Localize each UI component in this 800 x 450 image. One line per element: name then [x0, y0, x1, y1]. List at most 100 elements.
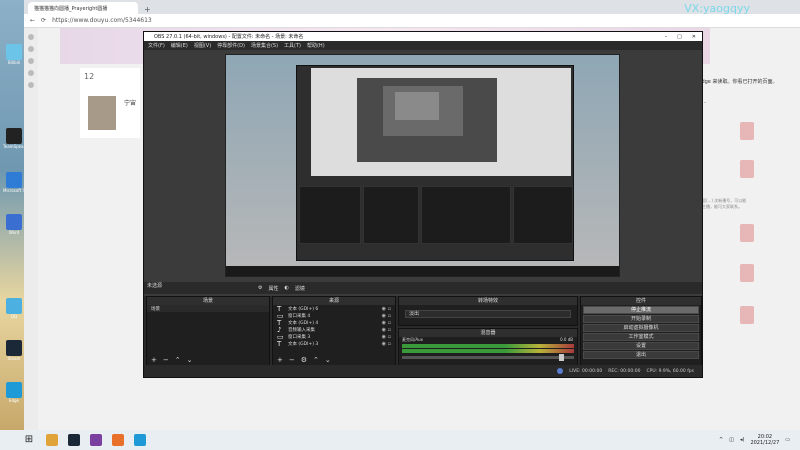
source-item[interactable]: ▭ 窗口采集 3 ◉ ▫: [273, 333, 395, 341]
source-item[interactable]: ▭ 窗口采集 4 ◉ ▫: [273, 312, 395, 320]
source-item[interactable]: T 文本 (GDI+) 4 ◉ ▫: [273, 319, 395, 327]
desktop-icon-qq[interactable]: QQ: [3, 298, 25, 328]
gift-icon[interactable]: [740, 160, 754, 178]
transitions-panel: 转场特效 淡出: [398, 296, 578, 326]
obs-source-toolbar: ⚙ 属性 ◐ 滤镜: [144, 282, 702, 294]
sources-footer: + − ⚙ ⌃ ⌄: [273, 355, 395, 365]
desktop-icon-word[interactable]: Word: [3, 214, 25, 244]
visibility-icon[interactable]: ◉ ▫: [382, 313, 395, 319]
refresh-button[interactable]: ⟳: [41, 17, 46, 24]
remove-icon[interactable]: −: [289, 356, 295, 364]
visibility-icon[interactable]: ◉ ▫: [382, 334, 395, 340]
obs-preview[interactable]: [144, 50, 702, 296]
exit-button[interactable]: 退出: [583, 351, 699, 359]
mixer-panel: 混音器 麦克风/Aux 0.0 dB: [398, 328, 578, 366]
edge-notice: oft Edge 来读取。你看已打开的页面。: [690, 79, 778, 85]
sidebar-dot[interactable]: [28, 82, 34, 88]
sidebar-dot[interactable]: [28, 34, 34, 40]
text-source-icon: T: [277, 339, 282, 348]
scene-item[interactable]: 场景: [147, 305, 269, 312]
windows-start-icon[interactable]: ⊞: [22, 433, 36, 447]
filter-icon[interactable]: ◐: [285, 285, 289, 291]
menu-help[interactable]: 帮助(H): [307, 42, 325, 49]
scenes-panel: 场景 场景 + − ⌃ ⌄: [146, 296, 270, 366]
menu-file[interactable]: 文件(F): [148, 42, 165, 49]
system-tray: ^ ◫ ◂) 20:02 2021/12/27 ▭: [719, 434, 800, 446]
stop-streaming-button[interactable]: 停止推流: [583, 306, 699, 314]
visibility-icon[interactable]: ◉ ▫: [382, 341, 395, 347]
firefox-icon[interactable]: [112, 434, 124, 446]
close-icon[interactable]: ✕: [692, 34, 696, 40]
studio-mode-button[interactable]: 工作室模式: [583, 333, 699, 341]
transition-select[interactable]: 淡出: [405, 310, 571, 318]
gift-icon[interactable]: [740, 306, 754, 324]
desktop-icon-bilibili[interactable]: Bilibili: [3, 44, 25, 74]
url-field[interactable]: https://www.douyu.com/5344613: [52, 17, 152, 24]
edge-icon[interactable]: [134, 434, 146, 446]
source-item[interactable]: ♪ 音频输入采集 ◉ ▫: [273, 326, 395, 334]
clock[interactable]: 20:02 2021/12/27: [750, 434, 779, 446]
gift-icon[interactable]: [740, 264, 754, 282]
menu-tools[interactable]: 工具(T): [284, 42, 301, 49]
streamer-avatar[interactable]: [88, 96, 116, 130]
menu-docks[interactable]: 停靠部件(D): [217, 42, 245, 49]
add-icon[interactable]: +: [151, 356, 157, 364]
streamer-name: 宁宙: [124, 100, 137, 107]
sidebar-dot[interactable]: [28, 70, 34, 76]
visibility-icon[interactable]: ◉ ▫: [382, 327, 395, 333]
move-up-icon[interactable]: ⌃: [175, 356, 181, 364]
move-down-icon[interactable]: ⌄: [187, 356, 193, 364]
sidebar-dot[interactable]: [28, 46, 34, 52]
gift-icon[interactable]: [740, 122, 754, 140]
properties-button[interactable]: 属性: [268, 285, 278, 292]
app-icon[interactable]: [90, 434, 102, 446]
desktop-icon-steam[interactable]: Steam: [3, 340, 25, 370]
controls-header: 控件: [581, 297, 701, 305]
minimize-icon[interactable]: –: [665, 34, 668, 40]
tray-chevron-icon[interactable]: ^: [719, 437, 723, 443]
back-button[interactable]: ←: [30, 17, 35, 24]
gear-icon[interactable]: ⚙: [301, 356, 307, 364]
maximize-icon[interactable]: □: [677, 34, 682, 40]
sources-header: 来源: [273, 297, 395, 305]
visibility-icon[interactable]: ◉ ▫: [382, 306, 395, 312]
filters-button[interactable]: 滤镜: [295, 285, 305, 292]
new-tab-button[interactable]: +: [138, 5, 157, 14]
source-item[interactable]: T 文本 (GDI+) 6 ◉ ▫: [273, 305, 395, 313]
file-explorer-icon[interactable]: [46, 434, 58, 446]
remove-icon[interactable]: −: [163, 356, 169, 364]
bilibili-icon: [6, 44, 22, 60]
steam-icon[interactable]: [68, 434, 80, 446]
move-down-icon[interactable]: ⌄: [325, 356, 331, 364]
menu-view[interactable]: 视图(V): [194, 42, 211, 49]
browser-tab[interactable]: 猫猫猫猫向圆播_Prayeright圆播: [28, 2, 138, 14]
sidebar-dot[interactable]: [28, 58, 34, 64]
gear-icon[interactable]: ⚙: [258, 285, 262, 291]
qq-icon: [6, 298, 22, 314]
controls-panel: 控件 停止推流 开始录制 启动虚拟摄像机 工作室模式 设置 退出: [580, 296, 702, 366]
teamspeak-icon: [6, 128, 22, 144]
desktop-icon-store[interactable]: Microsoft Store: [3, 172, 25, 202]
notification-icon[interactable]: ▭: [785, 437, 790, 443]
desktop-icon-edge[interactable]: Edge: [3, 382, 25, 412]
obs-title-text: OBS 27.0.1 (64-bit, windows) - 配置文件: 未命名…: [154, 34, 304, 40]
source-item[interactable]: T 文本 (GDI+) 3 ◉ ▫: [273, 339, 395, 348]
network-icon[interactable]: ◫: [729, 437, 734, 443]
settings-button[interactable]: 设置: [583, 342, 699, 350]
start-recording-button[interactable]: 开始录制: [583, 315, 699, 323]
steam-icon: [6, 340, 22, 356]
add-icon[interactable]: +: [277, 356, 283, 364]
volume-icon[interactable]: ◂): [740, 437, 744, 443]
menu-edit[interactable]: 编辑(E): [171, 42, 188, 49]
obs-statusbar: LIVE: 00:00:00 REC: 00:00:00 CPU: 9.9%, …: [144, 365, 702, 377]
menu-scene-collection[interactable]: 场景集合(S): [251, 42, 278, 49]
virtual-camera-button[interactable]: 启动虚拟摄像机: [583, 324, 699, 332]
scenes-footer: + − ⌃ ⌄: [147, 355, 269, 365]
captured-obs-window: [296, 65, 574, 261]
obs-menubar: 文件(F) 编辑(E) 视图(V) 停靠部件(D) 场景集合(S) 工具(T) …: [144, 41, 702, 50]
gift-icon[interactable]: [740, 224, 754, 242]
move-up-icon[interactable]: ⌃: [313, 356, 319, 364]
desktop-icon-teamspeak[interactable]: TeamSpeak: [3, 128, 25, 158]
visibility-icon[interactable]: ◉ ▫: [382, 320, 395, 326]
volume-slider[interactable]: [402, 354, 574, 361]
